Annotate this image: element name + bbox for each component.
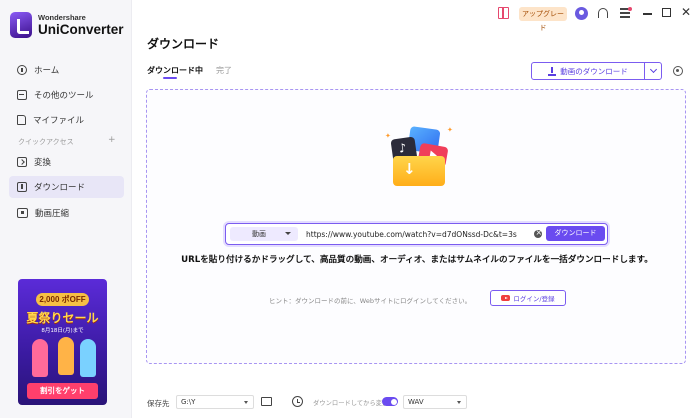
promo-banner[interactable]: 2,000 ポOFF 夏祭りセール 8月18日(月)まで 割引をゲット: [18, 279, 107, 405]
sidebar-item-download[interactable]: ダウンロード: [9, 176, 124, 198]
download-illustration: ✦ ✦: [385, 126, 453, 190]
save-location-value: G:\Y: [181, 398, 196, 406]
sidebar-item-convert[interactable]: 変換: [9, 151, 124, 173]
sidebar-item-home[interactable]: ホーム: [9, 59, 124, 81]
folder-download-icon: [393, 156, 445, 186]
download-icon: [17, 182, 27, 192]
download-then-convert-toggle[interactable]: [382, 397, 398, 406]
sidebar-item-label: 動画圧縮: [35, 209, 70, 219]
promo-date: 8月18日(月)まで: [41, 328, 84, 334]
quick-access-label: クイックアクセス: [18, 138, 74, 146]
media-type-select[interactable]: 動画: [230, 227, 298, 241]
maximize-icon[interactable]: [662, 8, 671, 17]
upgrade-button[interactable]: アップグレード: [519, 7, 567, 32]
sidebar-item-label: ダウンロード: [34, 183, 86, 193]
support-headset-icon[interactable]: [598, 8, 608, 18]
url-download-button[interactable]: ダウンロード: [546, 226, 605, 241]
tab-downloading[interactable]: ダウンロード中: [147, 65, 203, 79]
url-bar: 動画 ダウンロード: [225, 223, 608, 245]
output-format-select[interactable]: WAV: [403, 395, 467, 409]
login-register-label: ログイン/登録: [513, 295, 555, 303]
promo-dancer-illustration: [80, 339, 96, 377]
app-logo: Wondershare UniConverter: [10, 12, 124, 38]
toolbox-icon: [17, 90, 27, 100]
youtube-icon: [501, 295, 511, 301]
uniconverter-logo-icon: [10, 12, 32, 38]
output-format-value: WAV: [408, 398, 424, 406]
promo-title: 夏祭りセール: [26, 311, 99, 325]
product-name: UniConverter: [38, 21, 124, 37]
convert-icon: [17, 157, 27, 167]
save-location-select[interactable]: G:\Y: [176, 395, 254, 409]
sidebar-item-label: ホーム: [34, 66, 60, 76]
download-then-convert-label: ダウンロードしてから変換: [313, 400, 389, 407]
file-icon: [17, 115, 26, 125]
chevron-down-icon: [649, 65, 657, 74]
url-drop-zone[interactable]: ✦ ✦ 動画 ダウンロード URLを貼り付けるかドラッグして、高品質の動画、オー…: [146, 89, 686, 364]
add-quick-access-button[interactable]: +: [108, 135, 116, 145]
download-video-split-button: 動画のダウンロード: [531, 62, 662, 80]
sidebar-item-label: 変換: [34, 158, 52, 168]
sidebar-item-my-files[interactable]: マイファイル: [9, 109, 124, 131]
download-options-dropdown[interactable]: [645, 63, 661, 79]
close-icon[interactable]: ✕: [681, 6, 691, 18]
caret-down-icon: [244, 401, 248, 404]
home-icon: [17, 65, 27, 75]
caret-down-icon: [285, 232, 291, 235]
download-video-button[interactable]: 動画のダウンロード: [532, 63, 645, 79]
promo-badge: 2,000 ポOFF: [36, 293, 89, 306]
minimize-icon[interactable]: [643, 13, 652, 15]
settings-gear-icon[interactable]: [673, 66, 683, 76]
brand-name: Wondershare: [38, 13, 86, 22]
sidebar-item-compress[interactable]: 動画圧縮: [9, 202, 124, 224]
promo-dancer-illustration: [32, 339, 48, 377]
user-avatar-icon[interactable]: [575, 7, 588, 20]
gift-icon[interactable]: [498, 7, 509, 19]
clear-input-icon[interactable]: [534, 228, 542, 238]
sidebar-item-other-tools[interactable]: その他のツール: [9, 84, 124, 106]
media-type-value: 動画: [252, 230, 266, 238]
download-video-label: 動画のダウンロード: [560, 66, 628, 76]
save-location-label: 保存先: [147, 399, 170, 408]
tab-completed[interactable]: 完了: [216, 65, 232, 76]
sidebar-item-label: マイファイル: [33, 116, 85, 126]
login-register-button[interactable]: ログイン/登録: [490, 290, 566, 306]
caret-down-icon: [457, 401, 461, 404]
hint-sub-text: ヒント：ダウンロードの前に、Webサイトにログインしてください。: [269, 297, 472, 305]
download-arrow-icon: [548, 66, 557, 76]
get-discount-button[interactable]: 割引をゲット: [27, 383, 98, 399]
open-folder-icon[interactable]: [261, 397, 272, 406]
hint-main-text: URLを貼り付けるかドラッグして、高品質の動画、オーディオ、またはサムネイルのフ…: [181, 255, 653, 265]
url-input[interactable]: [306, 228, 532, 240]
page-title: ダウンロード: [147, 37, 220, 51]
sidebar: Wondershare UniConverter ホーム その他のツール マイフ…: [0, 0, 132, 418]
promo-dancer-illustration: [58, 337, 74, 375]
menu-icon[interactable]: [620, 7, 632, 18]
compress-icon: [17, 208, 28, 218]
sidebar-item-label: その他のツール: [34, 91, 94, 101]
schedule-clock-icon[interactable]: [292, 396, 303, 407]
